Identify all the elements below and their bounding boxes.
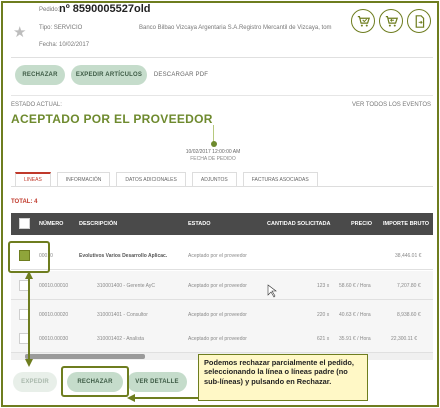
view-all-events-link[interactable]: VER TODOS LOS EVENTOS	[352, 102, 431, 108]
arrow-head-left-icon	[127, 394, 135, 402]
header-importe[interactable]: IMPORTE BRUTO	[383, 221, 429, 227]
cell-precio: 40.63 € / Hora	[339, 312, 371, 318]
cell-estado: Aceptado por el proveedor	[188, 283, 247, 289]
row-checkbox[interactable]	[19, 309, 30, 320]
table-row[interactable]: 00010 Evolutivos Varios Desarrollo Aplic…	[11, 241, 433, 270]
ver-detalle-button[interactable]: VER DETALLE	[127, 372, 187, 392]
header-precio[interactable]: PRECIO	[351, 221, 372, 227]
header-divider	[11, 57, 433, 58]
pedido-label: Pedido:	[39, 7, 60, 13]
row-checkbox[interactable]	[19, 333, 30, 344]
rechazar-footer-button[interactable]: RECHAZAR	[67, 372, 123, 392]
descargar-pdf-button[interactable]: DESCARGAR PDF	[151, 65, 211, 85]
expedir-button[interactable]: EXPEDIR	[13, 372, 57, 392]
header-descripcion[interactable]: DESCRIPCIÓN	[79, 221, 117, 227]
tabs-underline	[11, 186, 433, 187]
rechazar-button[interactable]: RECHAZAR	[15, 65, 65, 85]
toolbar-divider	[11, 95, 433, 96]
cell-descripcion: 310001402 - Analista	[97, 336, 144, 342]
supplier-bank: Banco Bilbao Vizcaya Argentaria S.A.Regi…	[139, 25, 332, 31]
favorite-star-icon[interactable]: ★	[13, 23, 26, 41]
status-value: ACEPTADO POR EL PROVEEDOR	[11, 112, 213, 126]
cell-importe: 8,938.60 €	[397, 312, 421, 318]
cell-estado: Aceptado por el proveedor	[188, 253, 247, 259]
tab-informacion[interactable]: INFORMACIÓN	[56, 172, 111, 186]
cell-numero: 00010.00010	[39, 283, 69, 289]
cell-estado: Aceptado por el proveedor	[188, 336, 247, 342]
cell-cantidad: 220 x	[317, 312, 330, 318]
tab-bar: LINEAS INFORMACIÓN DATOS ADICIONALES ADJ…	[15, 172, 318, 186]
table-row[interactable]: 00010.00030 310001402 - Analista Aceptad…	[11, 324, 433, 353]
cell-descripcion: Evolutivos Varios Desarrollo Aplicac.	[79, 253, 168, 259]
callout-note: Podemos rechazar parcialmente el pedido,…	[198, 354, 368, 401]
cell-estado: Aceptado por el proveedor	[188, 312, 247, 318]
timeline-label: FECHA DE PEDIDO	[190, 156, 236, 162]
row-checkbox[interactable]	[19, 280, 30, 291]
cell-importe: 7,207.80 €	[397, 283, 421, 289]
cell-precio: 35.91 € / Hora	[339, 336, 371, 342]
table-header: NÚMERO DESCRIPCIÓN ESTADO CANTIDAD SOLIC…	[11, 213, 433, 235]
cart-back-icon[interactable]	[379, 9, 403, 33]
cart-check-icon[interactable]	[351, 9, 375, 33]
header-estado[interactable]: ESTADO	[188, 221, 211, 227]
cell-importe: 22,300.11 €	[391, 336, 418, 342]
scrollbar-thumb[interactable]	[25, 354, 145, 359]
arrow-head-down-icon	[25, 359, 33, 367]
tab-adjuntos[interactable]: ADJUNTOS	[191, 172, 237, 186]
cell-cantidad: 621 x	[317, 336, 330, 342]
order-date: Fecha: 10/02/2017	[39, 42, 90, 48]
table-row[interactable]: 00010.00010 310001400 - Gerente AyC Acep…	[11, 271, 433, 300]
cell-descripcion: 310001401 - Consultor	[97, 312, 148, 318]
tab-facturas-asociadas[interactable]: FACTURAS ASOCIADAS	[242, 172, 318, 186]
status-label: ESTADO ACTUAL:	[11, 102, 62, 108]
cell-importe: 38,446.01 €	[395, 253, 422, 259]
row-checkbox[interactable]	[19, 250, 30, 261]
header-cantidad[interactable]: CANTIDAD SOLICITADA	[267, 221, 330, 227]
cell-numero: 00010.00030	[39, 336, 69, 342]
screenshot-frame: ★ Pedido: nº 8590005527old Tipo: SERVICI…	[1, 1, 439, 407]
total-count: TOTAL: 4	[11, 199, 38, 205]
header-numero[interactable]: NÚMERO	[39, 221, 63, 227]
cell-cantidad: 123 x	[317, 283, 330, 289]
document-export-icon[interactable]	[407, 9, 431, 33]
order-type: Tipo: SERVICIO	[39, 25, 83, 31]
order-header: ★ Pedido: nº 8590005527old Tipo: SERVICI…	[11, 3, 431, 53]
timeline-date: 10/02/2017 12:00:00 AM	[185, 149, 241, 155]
tab-datos-adicionales[interactable]: DATOS ADICIONALES	[116, 172, 186, 186]
select-all-checkbox[interactable]	[19, 218, 30, 229]
tab-lineas[interactable]: LINEAS	[15, 172, 51, 186]
expedir-articulos-button[interactable]: EXPEDIR ARTÍCULOS	[71, 65, 147, 85]
cell-precio: 58.60 € / Hora	[339, 283, 371, 289]
cell-numero: 00010.00020	[39, 312, 69, 318]
timeline-dot	[211, 141, 217, 147]
cell-numero: 00010	[39, 253, 53, 259]
cell-descripcion: 310001400 - Gerente AyC	[97, 283, 156, 289]
order-number: nº 8590005527old	[59, 3, 151, 15]
